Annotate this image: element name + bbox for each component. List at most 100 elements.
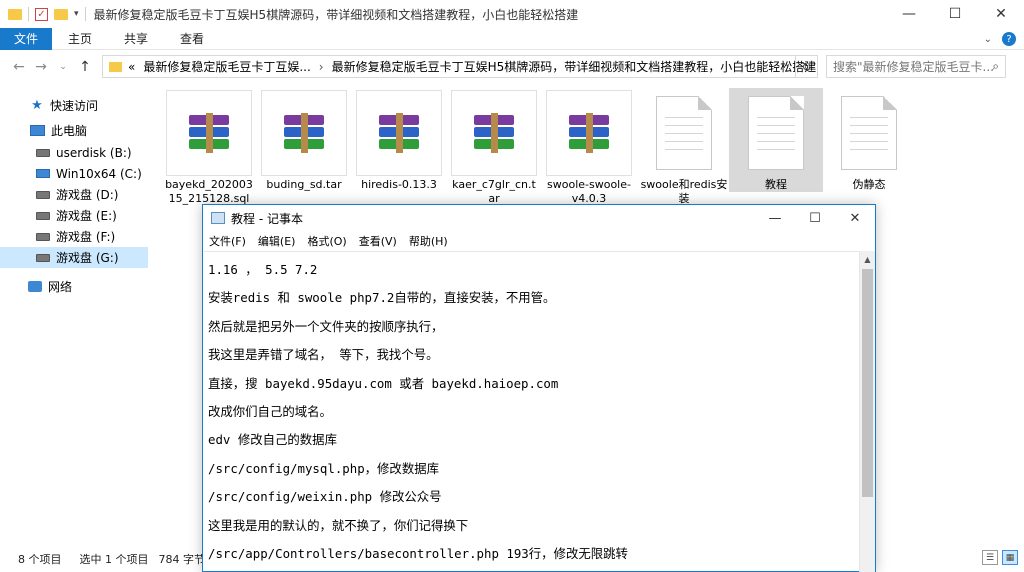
sidebar-item-drive-d[interactable]: 游戏盘 (D:) bbox=[0, 184, 148, 205]
menu-format[interactable]: 格式(O) bbox=[307, 233, 346, 249]
sidebar-item-this-pc[interactable]: 此电脑 bbox=[0, 118, 148, 142]
sidebar-item-drive-f[interactable]: 游戏盘 (F:) bbox=[0, 226, 148, 247]
navigation-bar: ← → ⌄ ↑ « 最新修复稳定版毛豆卡丁互娱... › 最新修复稳定版毛豆卡丁… bbox=[0, 51, 1024, 83]
details-view-icon[interactable]: ☰ bbox=[982, 550, 998, 565]
file-name: 伪静态 bbox=[852, 178, 886, 191]
notepad-title: 教程 - 记事本 bbox=[231, 211, 303, 226]
file-item[interactable]: swoole-swoole-v4.0.3 bbox=[544, 90, 634, 206]
folder-icon bbox=[8, 8, 22, 20]
text-line: 然后就是把另外一个文件夹的按顺序执行， bbox=[208, 318, 444, 334]
sidebar-item-label: userdisk (B:) bbox=[56, 145, 132, 160]
view-toggle: ☰ ▦ bbox=[982, 550, 1018, 565]
scrollbar-thumb[interactable] bbox=[862, 269, 873, 497]
archive-file-icon bbox=[546, 90, 632, 176]
refresh-icon[interactable]: ↻ bbox=[795, 56, 817, 77]
tab-home[interactable]: 主页 bbox=[52, 30, 108, 47]
explorer-titlebar: ✓ ▾ 最新修复稳定版毛豆卡丁互娱H5棋牌源码，带详细视频和文档搭建教程，小白也… bbox=[0, 0, 1024, 28]
computer-icon bbox=[30, 124, 45, 136]
item-count: 8 个项目 bbox=[18, 553, 62, 566]
windows-drive-icon bbox=[36, 169, 50, 178]
text-line: edv 修改自己的数据库 bbox=[208, 432, 337, 448]
sidebar-item-drive-e[interactable]: 游戏盘 (E:) bbox=[0, 205, 148, 226]
breadcrumb-chevron-icon[interactable]: › bbox=[319, 60, 324, 74]
sidebar-item-network[interactable]: 网络 bbox=[0, 276, 148, 297]
window-title: 最新修复稳定版毛豆卡丁互娱H5棋牌源码，带详细视频和文档搭建教程，小白也能轻松搭… bbox=[93, 7, 579, 22]
text-line: 我这里是弄错了域名， 等下，我找个号。 bbox=[208, 347, 439, 363]
scroll-up-icon[interactable]: ▲ bbox=[860, 251, 875, 267]
minimize-button[interactable]: — bbox=[886, 0, 932, 28]
help-icon[interactable]: ? bbox=[1002, 32, 1016, 46]
address-dropdown-icon[interactable]: ⌄ bbox=[783, 59, 791, 69]
menu-help[interactable]: 帮助(H) bbox=[409, 233, 448, 249]
menu-view[interactable]: 查看(V) bbox=[359, 233, 397, 249]
file-name: kaer_c7glr_cn.tar bbox=[452, 178, 536, 205]
large-icons-view-icon[interactable]: ▦ bbox=[1002, 550, 1018, 565]
text-line: 直接，搜 bayekd.95dayu.com 或者 bayekd.haioep.… bbox=[208, 375, 559, 391]
forward-arrow-icon[interactable]: → bbox=[30, 59, 52, 75]
notepad-window-controls: — ☐ ✕ bbox=[755, 205, 875, 231]
text-line: /src/config/weixin.php 修改公众号 bbox=[208, 489, 442, 505]
maximize-button[interactable]: ☐ bbox=[932, 0, 978, 28]
selection-size: 784 字节 bbox=[158, 553, 206, 566]
text-line: 改成你们自己的域名。 bbox=[208, 403, 332, 419]
sidebar-item-drive-c[interactable]: Win10x64 (C:) bbox=[0, 163, 148, 184]
file-item[interactable]: swoole和redis安装 bbox=[639, 90, 729, 206]
tab-file[interactable]: 文件 bbox=[0, 27, 52, 50]
sidebar-item-label: 游戏盘 (D:) bbox=[56, 188, 119, 202]
vertical-scrollbar[interactable]: ▲ bbox=[859, 251, 875, 572]
sidebar-item-quick-access[interactable]: ★ 快速访问 bbox=[0, 92, 148, 118]
menu-file[interactable]: 文件(F) bbox=[209, 233, 246, 249]
text-line: 1.16 ， 5.5 7.2 bbox=[208, 262, 318, 277]
tab-share[interactable]: 共享 bbox=[108, 30, 164, 47]
sidebar-item-label: 游戏盘 (G:) bbox=[56, 251, 119, 265]
file-item-selected[interactable]: 教程 bbox=[729, 88, 823, 192]
sidebar-item-drive-g[interactable]: 游戏盘 (G:) bbox=[0, 247, 148, 268]
star-icon: ★ bbox=[31, 97, 43, 113]
quick-access-toolbar: ✓ ▾ bbox=[0, 7, 86, 21]
up-arrow-icon[interactable]: ↑ bbox=[74, 59, 96, 75]
back-arrow-icon[interactable]: ← bbox=[8, 59, 30, 75]
file-name: 教程 bbox=[765, 178, 787, 191]
file-item[interactable]: bayekd_20200315_215128.sql bbox=[164, 90, 254, 206]
notepad-window: 教程 - 记事本 — ☐ ✕ 文件(F) 编辑(E) 格式(O) 查看(V) 帮… bbox=[202, 204, 876, 572]
file-item[interactable]: buding_sd.tar bbox=[259, 90, 349, 192]
breadcrumb-segment[interactable]: 最新修复稳定版毛豆卡丁互娱... bbox=[143, 58, 310, 75]
new-folder-icon[interactable] bbox=[54, 8, 68, 20]
drive-icon bbox=[36, 253, 50, 262]
notepad-menubar: 文件(F) 编辑(E) 格式(O) 查看(V) 帮助(H) bbox=[203, 231, 875, 250]
sidebar-item-drive-b[interactable]: userdisk (B:) bbox=[0, 142, 148, 163]
notepad-icon bbox=[211, 212, 225, 224]
file-name: bayekd_20200315_215128.sql bbox=[165, 178, 253, 205]
expand-ribbon-icon[interactable]: ⌄ bbox=[984, 34, 992, 45]
drive-icon bbox=[36, 190, 50, 199]
archive-file-icon bbox=[356, 90, 442, 176]
file-item[interactable]: 伪静态 bbox=[824, 90, 914, 192]
file-item[interactable]: kaer_c7glr_cn.tar bbox=[449, 90, 539, 206]
notepad-minimize-button[interactable]: — bbox=[755, 205, 795, 231]
text-file-icon bbox=[733, 90, 819, 176]
drive-icon bbox=[36, 232, 50, 241]
address-bar[interactable]: « 最新修复稳定版毛豆卡丁互娱... › 最新修复稳定版毛豆卡丁互娱H5棋牌源码… bbox=[102, 55, 818, 78]
notepad-close-button[interactable]: ✕ bbox=[835, 205, 875, 231]
file-item[interactable]: hiredis-0.13.3 bbox=[354, 90, 444, 192]
sidebar-item-label: 快速访问 bbox=[50, 98, 99, 113]
properties-icon[interactable]: ✓ bbox=[35, 7, 48, 21]
toolbar-divider bbox=[84, 7, 86, 21]
tab-view[interactable]: 查看 bbox=[164, 30, 220, 47]
close-button[interactable]: ✕ bbox=[978, 0, 1024, 28]
file-name: buding_sd.tar bbox=[266, 178, 342, 191]
search-placeholder: 搜索"最新修复稳定版毛豆卡... bbox=[833, 60, 994, 74]
menu-edit[interactable]: 编辑(E) bbox=[258, 233, 296, 249]
customize-toolbar-icon[interactable]: ▾ bbox=[74, 9, 79, 19]
file-name: hiredis-0.13.3 bbox=[361, 178, 437, 191]
recent-locations-icon[interactable]: ⌄ bbox=[52, 62, 74, 72]
search-icon[interactable]: ⌕ bbox=[992, 59, 999, 74]
network-icon bbox=[28, 281, 42, 292]
ribbon: 文件 主页 共享 查看 ⌄ ? bbox=[0, 27, 1024, 50]
notepad-maximize-button[interactable]: ☐ bbox=[795, 205, 835, 231]
breadcrumb-segment-current[interactable]: 最新修复稳定版毛豆卡丁互娱H5棋牌源码，带详细视频和文档搭建教程，小白也能轻松搭… bbox=[332, 58, 817, 75]
text-line: 安装redis 和 swoole php7.2自带的，直接安装，不用管。 bbox=[208, 290, 556, 306]
notepad-text-area[interactable]: 1.16 ， 5.5 7.2 安装redis 和 swoole php7.2自带… bbox=[204, 251, 860, 572]
address-overflow[interactable]: « bbox=[128, 60, 135, 74]
search-input[interactable]: 搜索"最新修复稳定版毛豆卡... ⌕ bbox=[826, 55, 1006, 78]
